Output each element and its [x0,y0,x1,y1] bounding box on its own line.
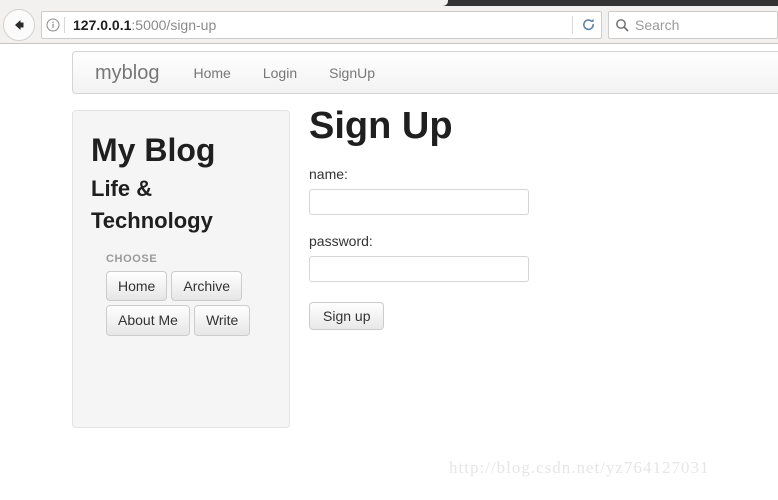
name-input[interactable] [309,188,529,215]
navbar-brand[interactable]: myblog [73,63,177,83]
page-title: Sign Up [309,105,453,147]
url-host: 127.0.0.1 [73,16,132,33]
back-arrow-icon [11,17,27,33]
navbar-links: Home Login SignUp [177,66,391,80]
nav-link-login[interactable]: Login [247,66,313,80]
sidebar-button-archive[interactable]: Archive [171,271,243,302]
search-box[interactable]: Search [608,10,778,39]
sidebar-button-about-me[interactable]: About Me [106,305,190,336]
toolbar-divider [572,15,573,34]
site-navbar: myblog Home Login SignUp [72,51,778,94]
sidebar-button-row: About Me Write [106,305,266,336]
back-button[interactable] [3,8,35,41]
sidebar-button-home[interactable]: Home [106,271,168,302]
browser-chrome: 127.0.0.1:5000/sign-up Search [0,0,778,44]
watermark: http://blog.csdn.net/yz764127031 [449,458,710,477]
sidebar-subtitle: Life & Technology [91,176,213,234]
password-label: password: [309,232,373,249]
url-bar[interactable]: 127.0.0.1:5000/sign-up [41,10,602,39]
password-input[interactable] [309,255,529,282]
sidebar-button-row: Home Archive [106,271,266,302]
name-label: name: [309,165,348,182]
url-text: 127.0.0.1:5000/sign-up [73,17,572,33]
nav-link-signup[interactable]: SignUp [313,66,391,80]
page-content: myblog Home Login SignUp My Blog Life & … [0,44,778,500]
url-divider [64,16,65,33]
sign-up-submit-button[interactable]: Sign up [309,301,385,330]
sidebar-button-group: Home Archive About Me Write [106,271,266,336]
signup-form: Sign Up name: password: Sign up [309,105,739,330]
sidebar-panel: My Blog Life & Technology CHOOSE Home Ar… [72,110,290,428]
search-input[interactable]: Search [635,17,679,33]
search-icon [609,18,635,32]
url-path: :5000/sign-up [131,16,217,33]
browser-toolbar: 127.0.0.1:5000/sign-up Search [0,6,778,44]
reload-button[interactable] [575,13,601,37]
sidebar-title: My Blog [91,132,216,168]
sidebar-button-write[interactable]: Write [193,305,251,336]
choose-label: CHOOSE [106,253,158,266]
nav-link-home[interactable]: Home [177,66,246,80]
info-circle-icon[interactable] [42,18,64,32]
